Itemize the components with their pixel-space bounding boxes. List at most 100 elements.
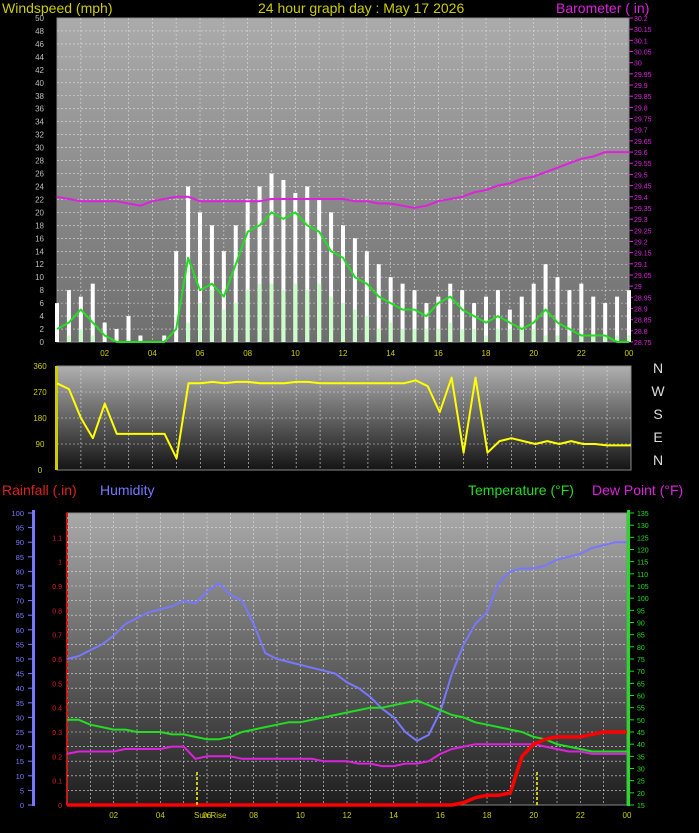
temp-x-tick-label: 08 (249, 811, 258, 820)
wind-x-tick-label: 20 (529, 349, 538, 358)
wind-low-bar (567, 335, 572, 342)
temp-tick-label: 130 (637, 523, 649, 530)
compass-letter-n: N (653, 360, 663, 376)
rain-tick-label: 1 (58, 560, 62, 567)
temperature-right-axis: 15 20 25 30 35 40 45 50 55 60 65 70 75 80 85 90 95 100 105… (630, 511, 649, 810)
humidity-tick-label: 15 (16, 757, 24, 766)
wind-tick-label: 22 (35, 195, 44, 204)
dewpoint-label: Dew Point (°F) (592, 482, 683, 498)
wind-x-tick-label: 02 (100, 349, 109, 358)
baro-tick-label: 29.05 (634, 273, 652, 280)
wind-tick-label: 26 (35, 170, 44, 179)
wind-peak-bar (615, 296, 620, 342)
humidity-tick-label: 25 (16, 728, 24, 737)
baro-tick-label: 28.95 (634, 295, 652, 302)
wind-low-bar (245, 290, 250, 342)
wind-tick-label: 12 (35, 260, 44, 269)
wind-tick-label: 50 (35, 14, 44, 23)
wind-low-bar (341, 303, 345, 342)
wind-low-bar (412, 329, 417, 342)
wind-x-axis: 02 04 06 08 10 12 14 16 18 20 22 00 (100, 349, 634, 358)
baro-tick-label: 30.15 (634, 27, 652, 34)
wind-low-bar (281, 290, 286, 342)
wind-peak-bar (543, 264, 548, 342)
baro-tick-label: 29.65 (634, 139, 652, 146)
direction-tick-label: 90 (36, 440, 45, 449)
direction-tick-label: 180 (33, 414, 47, 423)
wind-low-bar (329, 296, 334, 342)
wind-left-axis: 0246810121416182022242628303234363840424… (35, 14, 44, 347)
windspeed-label: Windspeed (mph) (2, 0, 113, 16)
temp-tick-label: 60 (637, 694, 645, 701)
humidity-left-axis: 0 5 10 15 20 25 30 35 40 45 50 55 60 65 70 75 80 85 90 95 10… (11, 509, 32, 810)
baro-tick-label: 29.2 (634, 239, 648, 246)
wind-low-bar (257, 283, 262, 342)
wind-x-tick-label: 08 (243, 349, 252, 358)
wind-low-bar (269, 283, 274, 342)
rain-tick-label: 0.5 (52, 681, 62, 688)
rain-tick-label: 0.7 (52, 633, 62, 640)
humidity-axis-bar (32, 510, 35, 806)
wind-tick-label: 38 (35, 92, 44, 101)
temp-x-tick-label: 20 (529, 811, 538, 820)
temp-tick-label: 35 (637, 754, 645, 761)
temp-x-tick-label: 12 (343, 811, 352, 820)
temp-tick-label: 20 (637, 791, 645, 798)
temperature-label: Temperature (°F) (468, 482, 574, 498)
wind-peak-bar (114, 329, 119, 342)
wind-tick-label: 24 (35, 182, 44, 191)
baro-tick-label: 29.3 (634, 217, 648, 224)
baro-tick-label: 28.75 (634, 340, 652, 347)
wind-tick-label: 14 (35, 247, 44, 256)
wind-tick-label: 0 (40, 338, 45, 347)
wind-low-bar (424, 329, 429, 342)
temp-tick-label: 100 (637, 596, 649, 603)
wind-tick-label: 28 (35, 157, 44, 166)
wind-tick-label: 4 (40, 312, 45, 321)
temp-tick-label: 45 (637, 730, 645, 737)
wind-peak-bar (90, 283, 95, 342)
wind-low-bar (460, 329, 465, 342)
baro-tick-label: 30.2 (634, 16, 648, 23)
temperature-axis-bar (627, 510, 630, 806)
wind-low-bar (305, 290, 310, 342)
wind-low-bar (448, 322, 453, 342)
wind-low-bar (233, 303, 238, 342)
rain-tick-label: 0.9 (52, 584, 62, 591)
wind-low-bar (78, 329, 83, 342)
baro-tick-label: 29.85 (634, 94, 652, 101)
direction-tick-label: 270 (33, 388, 47, 397)
baro-tick-label: 29.75 (634, 117, 652, 124)
humidity-tick-label: 0 (20, 801, 24, 810)
rain-tick-label: 0.3 (52, 730, 62, 737)
baro-tick-label: 29.25 (634, 228, 652, 235)
temp-x-axis: 02 04 06 08 10 12 14 16 18 20 22 00 (109, 811, 632, 820)
wind-x-tick-label: 18 (482, 349, 491, 358)
temp-x-tick-label: 02 (109, 811, 118, 820)
wind-x-tick-label: 14 (386, 349, 395, 358)
compass-letter-e: E (653, 429, 662, 445)
wind-low-bar (472, 329, 477, 342)
wind-low-bar (400, 329, 405, 342)
humidity-tick-label: 30 (16, 713, 24, 722)
wind-low-bar (484, 335, 488, 342)
baro-tick-label: 29.95 (634, 72, 652, 79)
humidity-tick-label: 70 (16, 597, 24, 606)
wind-tick-label: 8 (40, 286, 45, 295)
humidity-tick-label: 10 (16, 772, 24, 781)
rainfall-label: Rainfall (.in) (2, 482, 77, 498)
humidity-tick-label: 60 (16, 626, 24, 635)
baro-tick-label: 29.1 (634, 262, 648, 269)
temp-tick-label: 25 (637, 779, 645, 786)
graph-title: 24 hour graph day : May 17 2026 (258, 0, 464, 16)
rain-tick-label: 0 (58, 803, 62, 810)
temp-x-tick-label: 04 (156, 811, 165, 820)
wind-low-bar (388, 322, 393, 342)
rain-tick-label: 0.4 (52, 706, 62, 713)
wind-low-bar (186, 322, 191, 342)
wind-peak-bar (555, 277, 560, 342)
wind-low-bar (376, 329, 381, 342)
wind-tick-label: 10 (35, 273, 44, 282)
temp-tick-label: 75 (637, 657, 645, 664)
temp-tick-label: 120 (637, 548, 649, 555)
